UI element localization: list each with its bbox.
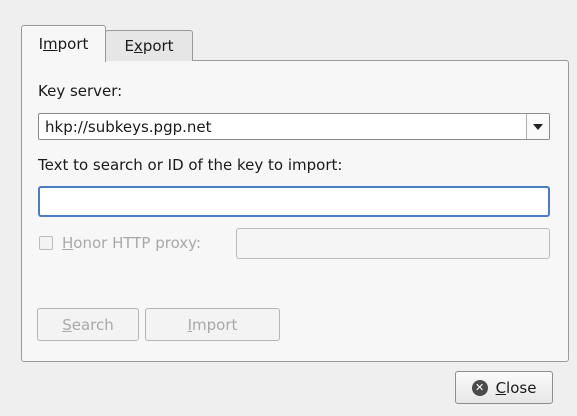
key-server-combobox[interactable]: hkp://subkeys.pgp.net (38, 113, 550, 140)
dropdown-arrow-button[interactable] (526, 114, 549, 139)
search-input[interactable] (38, 186, 550, 217)
import-button[interactable]: Import (145, 308, 280, 341)
import-button-label: Import (187, 315, 238, 334)
tab-import-label: Import (38, 35, 89, 53)
search-label: Text to search or ID of the key to impor… (38, 156, 343, 174)
close-button[interactable]: ✕ Close (455, 371, 553, 404)
key-server-label: Key server: (38, 82, 123, 100)
chevron-down-icon (533, 123, 543, 130)
honor-proxy-checkbox[interactable] (39, 236, 53, 250)
tab-export[interactable]: Export (105, 30, 193, 61)
close-icon: ✕ (471, 379, 488, 396)
close-button-label: Close (495, 378, 537, 397)
search-button-label: Search (62, 315, 114, 334)
tab-import[interactable]: Import (21, 25, 106, 62)
key-server-value: hkp://subkeys.pgp.net (45, 118, 212, 136)
tab-export-label: Export (124, 37, 174, 55)
proxy-input[interactable] (236, 228, 550, 259)
honor-proxy-label: Honor HTTP proxy: (62, 234, 202, 252)
search-button[interactable]: Search (37, 308, 139, 341)
